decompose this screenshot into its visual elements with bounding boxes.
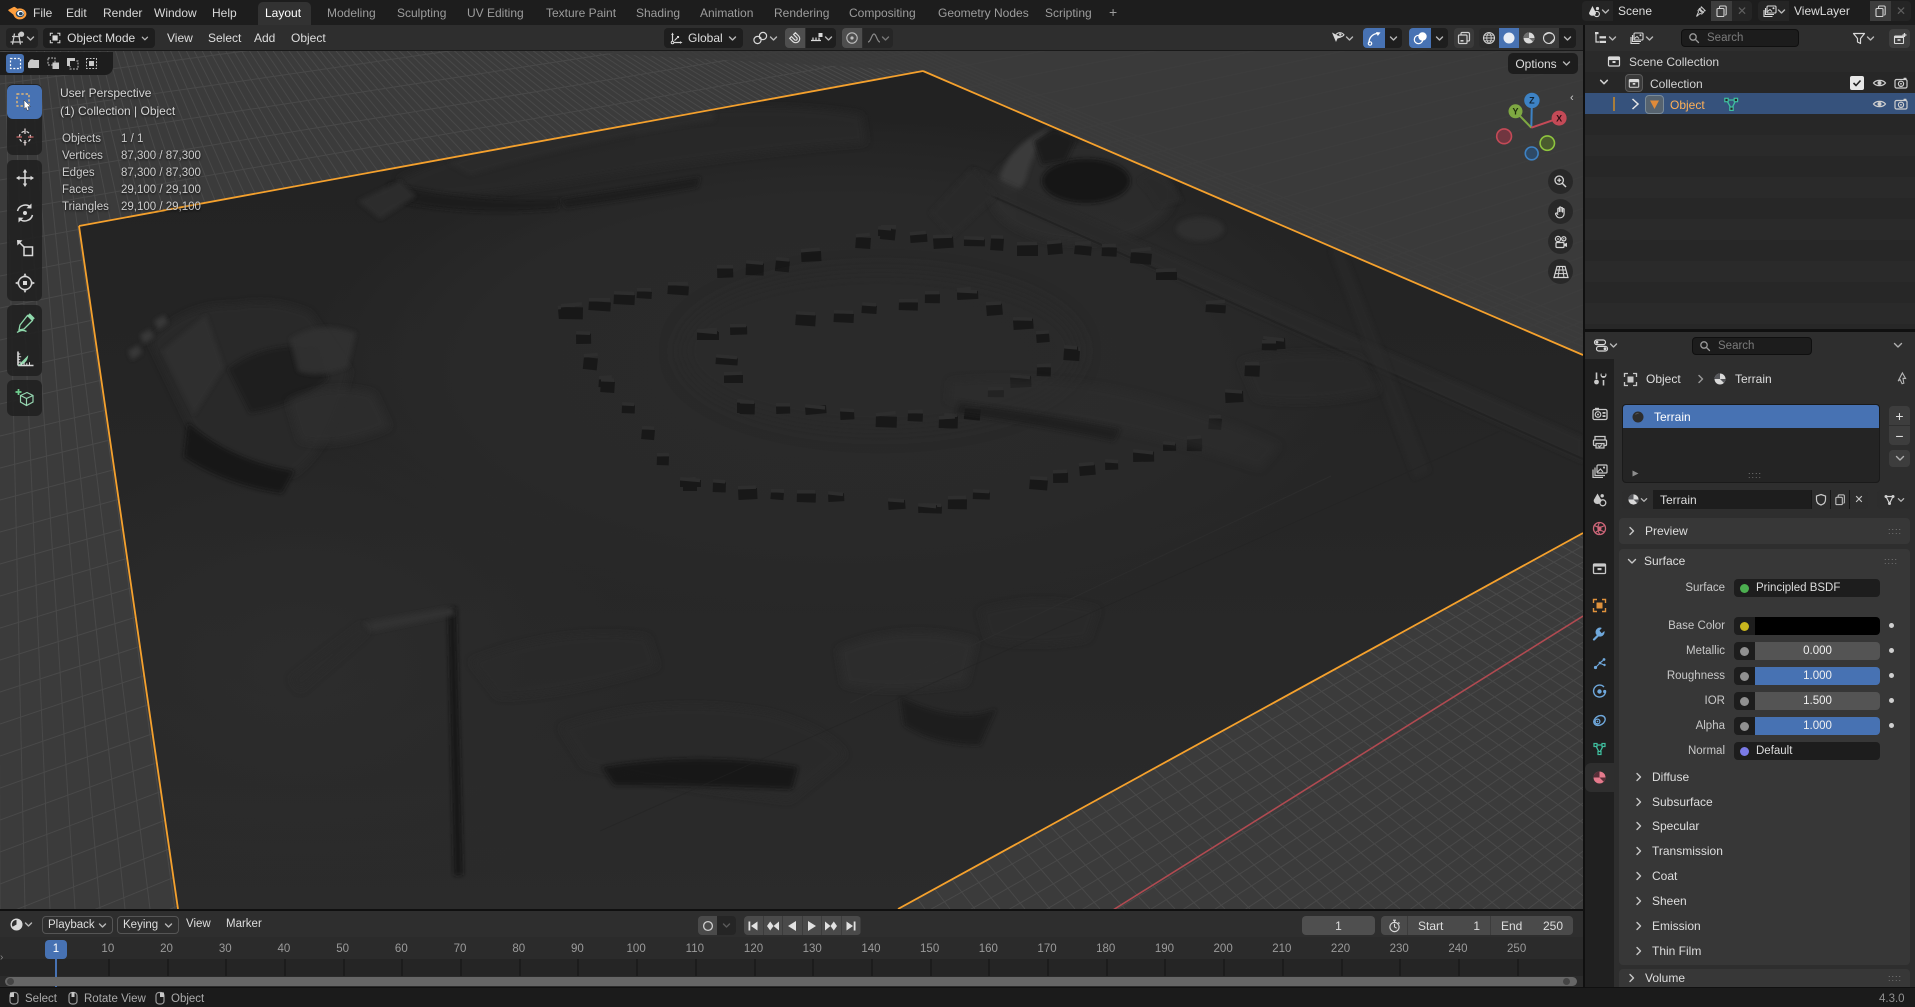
svg-text:X: X xyxy=(1556,113,1562,123)
svg-text:Z: Z xyxy=(1529,96,1535,106)
svg-text:Y: Y xyxy=(1512,106,1518,116)
